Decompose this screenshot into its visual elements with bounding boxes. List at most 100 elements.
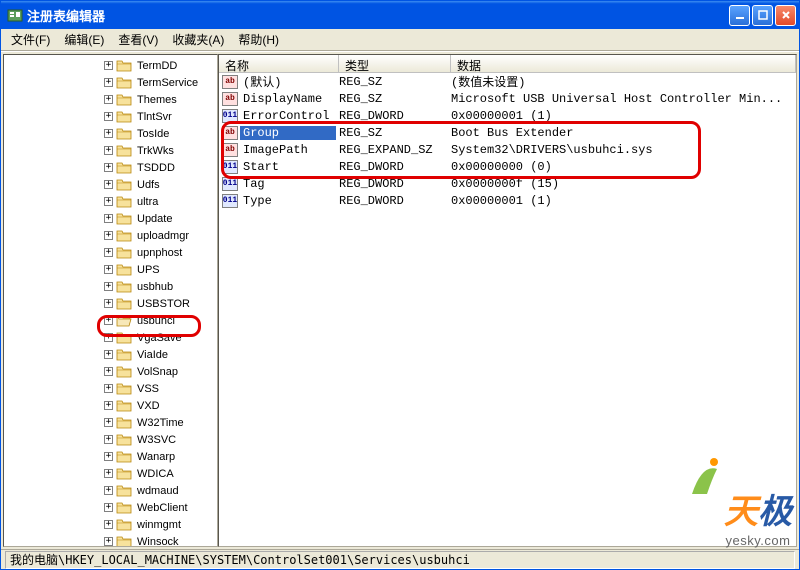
content-area: + TermDD +TermService+Themes + TlntSvr +TosId…: [1, 51, 799, 549]
column-name[interactable]: 名称: [219, 55, 339, 72]
expand-icon[interactable]: +: [104, 333, 113, 342]
tree-item[interactable]: + W32Time: [4, 414, 217, 431]
tree-item[interactable]: +Themes: [4, 91, 217, 108]
expand-icon[interactable]: +: [104, 214, 113, 223]
menu-file[interactable]: 文件(F): [5, 29, 56, 50]
tree-item[interactable]: +Winsock: [4, 533, 217, 547]
expand-icon[interactable]: +: [104, 231, 113, 240]
tree-item-label: TermDD: [135, 60, 179, 72]
menu-edit[interactable]: 编辑(E): [58, 29, 110, 50]
folder-icon: [116, 399, 132, 413]
expand-icon[interactable]: +: [104, 384, 113, 393]
expand-icon[interactable]: +: [104, 537, 113, 546]
folder-icon: [116, 93, 132, 107]
expand-icon[interactable]: +: [104, 299, 113, 308]
tree-item[interactable]: +TrkWks: [4, 142, 217, 159]
value-data: Boot Bus Extender: [448, 126, 796, 140]
expand-icon[interactable]: +: [104, 61, 113, 70]
minimize-button[interactable]: [729, 5, 750, 26]
tree-item[interactable]: +W3SVC: [4, 431, 217, 448]
tree-item[interactable]: +USBSTOR: [4, 295, 217, 312]
folder-icon: [116, 348, 132, 362]
expand-icon[interactable]: +: [104, 367, 113, 376]
column-data[interactable]: 数据: [451, 55, 796, 72]
expand-icon[interactable]: +: [104, 112, 113, 121]
expand-icon[interactable]: +: [104, 78, 113, 87]
value-data: Microsoft USB Universal Host Controller …: [448, 92, 796, 106]
folder-icon: [116, 467, 132, 481]
tree-item-label: Udfs: [135, 179, 162, 191]
tree-item[interactable]: +TSDDD: [4, 159, 217, 176]
value-name: (默认): [240, 73, 336, 90]
tree-item[interactable]: +usbuhci: [4, 312, 217, 329]
expand-icon[interactable]: +: [104, 520, 113, 529]
tree-item[interactable]: + TermDD: [4, 57, 217, 74]
folder-icon: [116, 314, 132, 328]
tree-item[interactable]: +Wanarp: [4, 448, 217, 465]
tree-item[interactable]: +VSS: [4, 380, 217, 397]
tree-item[interactable]: +VXD: [4, 397, 217, 414]
tree-item[interactable]: +uploadmgr: [4, 227, 217, 244]
tree-item[interactable]: +winmgmt: [4, 516, 217, 533]
expand-icon[interactable]: +: [104, 265, 113, 274]
expand-icon[interactable]: +: [104, 469, 113, 478]
window-title: 注册表编辑器: [27, 6, 729, 25]
value-name: Type: [240, 194, 336, 208]
expand-icon[interactable]: +: [104, 146, 113, 155]
expand-icon[interactable]: +: [104, 418, 113, 427]
tree-item-label: TlntSvr: [135, 111, 174, 123]
tree-item[interactable]: +WDICA: [4, 465, 217, 482]
tree-item[interactable]: +WebClient: [4, 499, 217, 516]
menu-view[interactable]: 查看(V): [112, 29, 164, 50]
titlebar[interactable]: 注册表编辑器: [1, 1, 799, 29]
tree-item[interactable]: +Update: [4, 210, 217, 227]
maximize-button[interactable]: [752, 5, 773, 26]
menu-favorites[interactable]: 收藏夹(A): [166, 29, 230, 50]
expand-icon[interactable]: +: [104, 503, 113, 512]
tree-item[interactable]: +upnphost: [4, 244, 217, 261]
value-row[interactable]: abImagePathREG_EXPAND_SZSystem32\DRIVERS…: [219, 141, 796, 158]
tree-pane[interactable]: + TermDD +TermService+Themes + TlntSvr +TosId…: [3, 54, 218, 547]
expand-icon[interactable]: +: [104, 401, 113, 410]
tree-item[interactable]: +TermService: [4, 74, 217, 91]
tree-item[interactable]: +TosIde: [4, 125, 217, 142]
tree-item-label: W32Time: [135, 417, 186, 429]
expand-icon[interactable]: +: [104, 163, 113, 172]
expand-icon[interactable]: +: [104, 248, 113, 257]
expand-icon[interactable]: +: [104, 486, 113, 495]
expand-icon[interactable]: +: [104, 350, 113, 359]
tree-item[interactable]: + TlntSvr: [4, 108, 217, 125]
folder-icon: [116, 76, 132, 90]
value-row[interactable]: 011ErrorControlREG_DWORD0x00000001 (1): [219, 107, 796, 124]
expand-icon[interactable]: +: [104, 129, 113, 138]
column-type[interactable]: 类型: [339, 55, 451, 72]
value-data: (数值未设置): [448, 73, 796, 90]
expand-icon[interactable]: +: [104, 95, 113, 104]
expand-icon[interactable]: +: [104, 282, 113, 291]
list-body[interactable]: ab(默认)REG_SZ(数值未设置)abDisplayNameREG_SZMi…: [219, 73, 796, 546]
tree-item[interactable]: +VgaSave: [4, 329, 217, 346]
value-row[interactable]: 011StartREG_DWORD0x00000000 (0): [219, 158, 796, 175]
value-row[interactable]: ab(默认)REG_SZ(数值未设置): [219, 73, 796, 90]
expand-icon[interactable]: +: [104, 435, 113, 444]
tree-item-label: usbhub: [135, 281, 175, 293]
expand-icon[interactable]: +: [104, 452, 113, 461]
tree-item[interactable]: + Udfs: [4, 176, 217, 193]
tree-item[interactable]: +ViaIde: [4, 346, 217, 363]
value-row[interactable]: abGroupREG_SZBoot Bus Extender: [219, 124, 796, 141]
expand-icon[interactable]: +: [104, 180, 113, 189]
tree-item[interactable]: +ultra: [4, 193, 217, 210]
tree-item[interactable]: +UPS: [4, 261, 217, 278]
expand-icon[interactable]: +: [104, 316, 113, 325]
tree-item-label: VolSnap: [135, 366, 180, 378]
close-button[interactable]: [775, 5, 796, 26]
tree-item[interactable]: + VolSnap: [4, 363, 217, 380]
value-row[interactable]: abDisplayNameREG_SZMicrosoft USB Univers…: [219, 90, 796, 107]
value-row[interactable]: 011TagREG_DWORD0x0000000f (15): [219, 175, 796, 192]
folder-icon: [116, 127, 132, 141]
expand-icon[interactable]: +: [104, 197, 113, 206]
tree-item[interactable]: + usbhub: [4, 278, 217, 295]
value-row[interactable]: 011TypeREG_DWORD0x00000001 (1): [219, 192, 796, 209]
tree-item[interactable]: +wdmaud: [4, 482, 217, 499]
menu-help[interactable]: 帮助(H): [232, 29, 285, 50]
